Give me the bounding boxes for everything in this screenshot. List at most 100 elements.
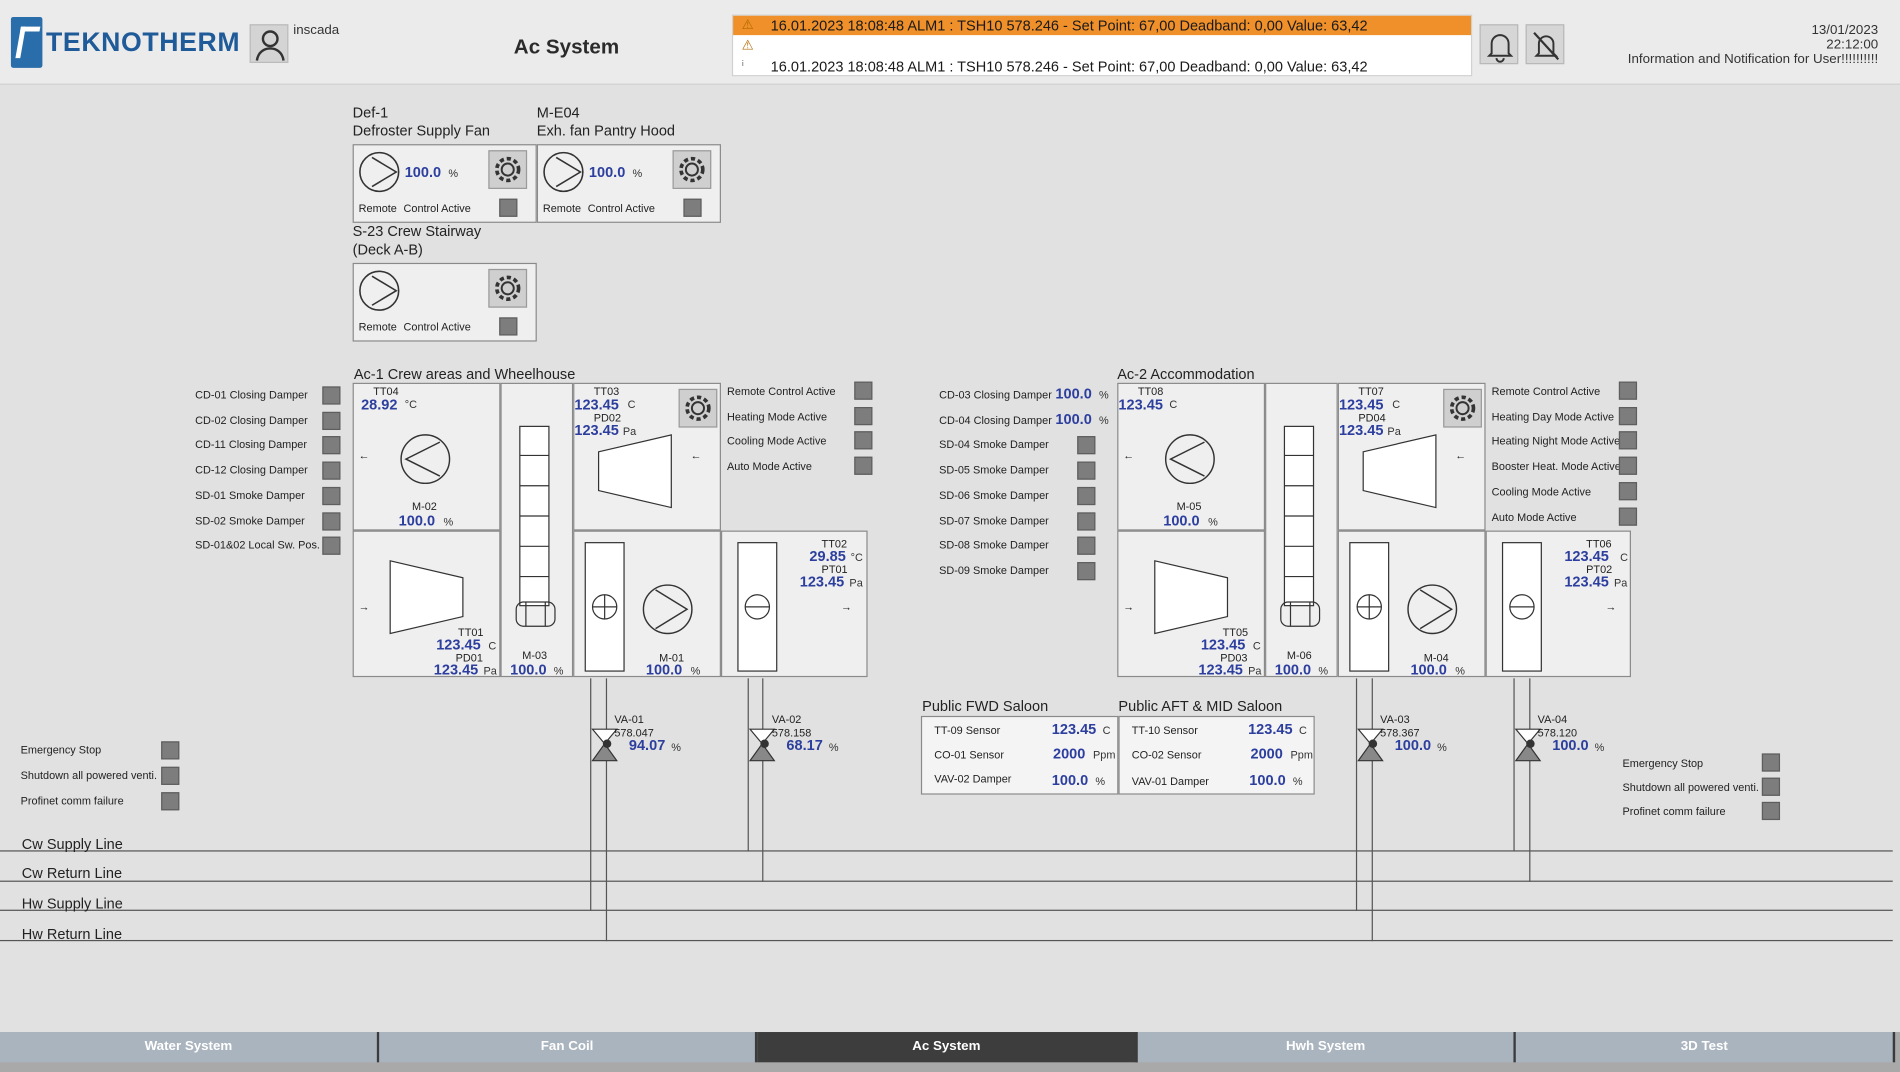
ac2-filter-section: M-06 100.0 % bbox=[1265, 382, 1338, 678]
arrow-right-icon: → bbox=[1605, 600, 1617, 613]
tab-water-system[interactable]: Water System bbox=[0, 1032, 380, 1063]
status-indicator[interactable] bbox=[1618, 456, 1638, 475]
gear-icon[interactable] bbox=[488, 268, 528, 308]
gear-icon[interactable] bbox=[672, 150, 712, 189]
unit: C bbox=[1392, 398, 1401, 411]
unit: C bbox=[1102, 724, 1111, 737]
mode-label: Cooling Mode Active bbox=[727, 435, 827, 448]
emergency-label: Shutdown all powered venti. bbox=[1622, 781, 1759, 794]
sensor-value: 2000 bbox=[1052, 744, 1086, 762]
bell-icon[interactable] bbox=[1479, 24, 1519, 65]
tab-fan-coil[interactable]: Fan Coil bbox=[379, 1032, 758, 1063]
status-indicator[interactable] bbox=[322, 411, 341, 430]
mode-label: Remote Control Active bbox=[1491, 385, 1601, 398]
time: 22:12:00 bbox=[1826, 37, 1879, 53]
status-indicator[interactable] bbox=[161, 766, 180, 785]
status-indicator[interactable] bbox=[854, 406, 873, 425]
fan-speed: 100.0 bbox=[404, 163, 442, 181]
tab-ac-system[interactable]: Ac System bbox=[757, 1032, 1138, 1063]
unit: % bbox=[1099, 413, 1109, 426]
user-icon[interactable] bbox=[249, 24, 289, 63]
status-indicator[interactable] bbox=[1077, 536, 1096, 556]
gear-icon[interactable] bbox=[678, 388, 718, 428]
status-indicator[interactable] bbox=[1618, 506, 1638, 526]
mode-label: Heating Mode Active bbox=[727, 410, 828, 423]
unit: Ppm bbox=[1290, 748, 1313, 761]
logo-icon bbox=[10, 16, 43, 68]
status-indicator[interactable] bbox=[1077, 561, 1096, 581]
ac2-outlet-section: TT06 123.45 C PT02 123.45 Pa → bbox=[1485, 530, 1631, 678]
sensor-label: TT-09 Sensor bbox=[934, 724, 1001, 737]
valve-opening: 68.17 bbox=[786, 736, 823, 754]
status-indicator[interactable] bbox=[854, 381, 873, 400]
control-label: Control Active bbox=[587, 202, 655, 215]
status-indicator[interactable] bbox=[1077, 461, 1096, 480]
mode-label: Heating Night Mode Active bbox=[1491, 435, 1621, 448]
fan-panel-s23[interactable]: Remote Control Active bbox=[352, 262, 537, 342]
status-indicator[interactable] bbox=[322, 461, 341, 480]
mode-label: Auto Mode Active bbox=[1491, 510, 1577, 523]
valve-tag: VA-04 bbox=[1537, 713, 1568, 726]
warning-icon: ⚠ bbox=[741, 18, 754, 33]
alarm-row[interactable]: ⚠ 16.01.2023 18:08:48 ALM1 : TSH10 578.2… bbox=[733, 15, 1472, 36]
tab-hwh-system[interactable]: Hwh System bbox=[1137, 1032, 1516, 1063]
alarm-list[interactable]: ⚠ 16.01.2023 18:08:48 ALM1 : TSH10 578.2… bbox=[731, 14, 1473, 77]
status-indicator[interactable] bbox=[854, 456, 873, 475]
gear-icon[interactable] bbox=[488, 150, 528, 189]
status-indicator[interactable] bbox=[1618, 481, 1638, 501]
status-indicator[interactable] bbox=[1077, 511, 1096, 530]
status-indicator[interactable] bbox=[1761, 777, 1781, 796]
status-indicator[interactable] bbox=[161, 792, 180, 811]
pipe-riser bbox=[747, 678, 749, 852]
arrow-left-icon: ← bbox=[1455, 449, 1467, 462]
mute-icon[interactable] bbox=[1525, 24, 1565, 65]
unit: % bbox=[1095, 775, 1106, 788]
sensor-label: CO-01 Sensor bbox=[934, 748, 1004, 761]
sensor-label: TT-10 Sensor bbox=[1131, 724, 1198, 737]
status-indicator[interactable] bbox=[1618, 431, 1638, 450]
alarm-row[interactable]: ⚠ bbox=[733, 36, 1471, 55]
unit: % bbox=[1208, 516, 1218, 529]
ac2-title: Ac-2 Accommodation bbox=[1117, 365, 1255, 383]
control-label: Control Active bbox=[403, 202, 471, 215]
damper-label: CD-04 Closing Damper bbox=[939, 413, 1052, 426]
unit: °C bbox=[404, 398, 417, 411]
emergency-label: Profinet comm failure bbox=[20, 794, 124, 807]
status-indicator[interactable] bbox=[1077, 436, 1096, 455]
status-indicator[interactable] bbox=[1761, 753, 1781, 772]
valve-tag: VA-01 bbox=[614, 713, 644, 726]
status-indicator[interactable] bbox=[322, 536, 341, 556]
alarm-row[interactable]: ⁱ 16.01.2023 18:08:48 ALM1 : TSH10 578.2… bbox=[733, 57, 1471, 76]
pressure-value: 123.45 bbox=[433, 661, 479, 679]
unit: C bbox=[627, 398, 636, 411]
tab-3d-test[interactable]: 3D Test bbox=[1515, 1032, 1896, 1063]
page-title: Ac System bbox=[513, 35, 620, 59]
coil-icon bbox=[389, 560, 464, 635]
sensor-label: CO-02 Sensor bbox=[1131, 748, 1202, 761]
pump-icon bbox=[515, 601, 556, 627]
damper-label: SD-02 Smoke Damper bbox=[195, 514, 305, 527]
pressure-value: 123.45 bbox=[1198, 661, 1243, 679]
fan-speed: 100.0 bbox=[1163, 512, 1200, 530]
arrow-right-icon: → bbox=[1123, 600, 1135, 613]
status-indicator[interactable] bbox=[1618, 406, 1638, 425]
emergency-label: Emergency Stop bbox=[1622, 757, 1704, 770]
notification-text: Information and Notification for User!!!… bbox=[1627, 52, 1879, 67]
status-indicator[interactable] bbox=[854, 431, 873, 450]
status-indicator[interactable] bbox=[322, 511, 341, 530]
unit: C bbox=[1620, 551, 1628, 564]
status-indicator[interactable] bbox=[1761, 801, 1781, 821]
ac1-intake-section: → TT01 123.45 C PD01 123.45 Pa bbox=[352, 530, 501, 679]
gear-icon[interactable] bbox=[1443, 388, 1482, 428]
status-indicator[interactable] bbox=[1077, 486, 1096, 505]
scada-canvas: TEKNOTHERM inscada Ac System ⚠ 16.01.202… bbox=[0, 0, 1900, 1072]
status-indicator[interactable] bbox=[322, 386, 341, 405]
fan-panel-me04[interactable]: 100.0 % Remote Control Active bbox=[536, 144, 721, 223]
status-indicator[interactable] bbox=[322, 486, 341, 505]
fan-panel-def1[interactable]: 100.0 % Remote Control Active bbox=[352, 144, 537, 223]
status-indicator[interactable] bbox=[161, 741, 180, 760]
status-indicator[interactable] bbox=[322, 436, 341, 455]
status-indicator bbox=[499, 198, 518, 217]
temperature-value: 123.45 bbox=[1338, 396, 1384, 414]
status-indicator[interactable] bbox=[1618, 381, 1638, 400]
